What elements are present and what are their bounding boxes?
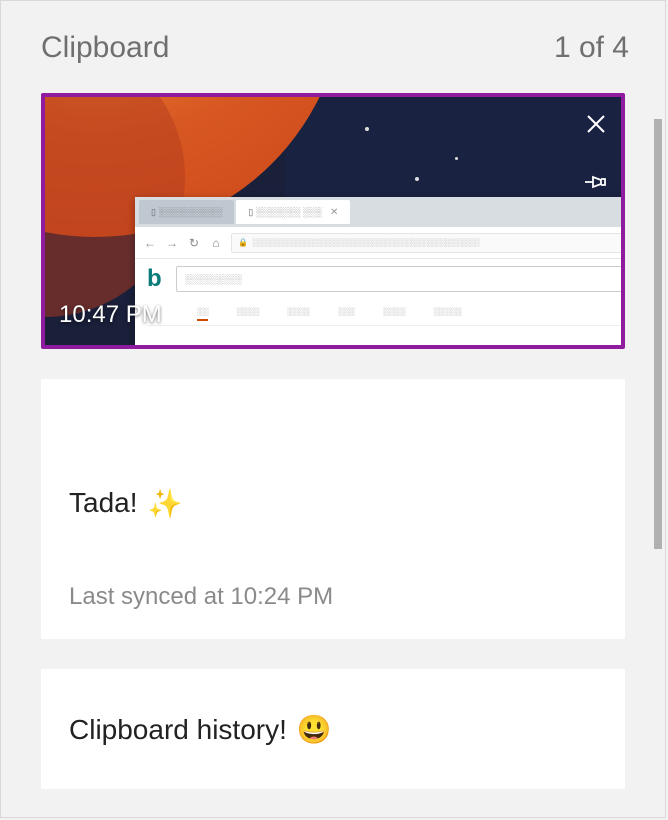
browser-window-mock: ▯ ░░░░░░░░░░ ▯ ░░░░░░░ ░░░ ✕ ← → ↻ ⌂ 🔒 ░… (135, 197, 625, 349)
close-icon (585, 113, 607, 135)
clipboard-item-text[interactable]: Clipboard history! 😃 (41, 669, 625, 789)
clipboard-items-list: ▯ ░░░░░░░░░░ ▯ ░░░░░░░ ░░░ ✕ ← → ↻ ⌂ 🔒 ░… (1, 93, 665, 813)
pin-button[interactable] (581, 167, 611, 197)
delete-button[interactable] (581, 109, 611, 139)
item-sync-status: Last synced at 10:24 PM (69, 583, 597, 611)
item-text-content: Clipboard history! 😃 (69, 713, 597, 746)
clipboard-item-image[interactable]: ▯ ░░░░░░░░░░ ▯ ░░░░░░░ ░░░ ✕ ← → ↻ ⌂ 🔒 ░… (41, 93, 625, 349)
pin-icon (583, 173, 609, 191)
clipboard-item-text[interactable]: Tada! ✨ Last synced at 10:24 PM (41, 379, 625, 639)
scrollbar-thumb[interactable] (654, 119, 662, 549)
panel-title: Clipboard (41, 31, 169, 65)
item-text-label: Tada! (69, 487, 138, 519)
item-text-label: Clipboard history! (69, 714, 287, 746)
item-text-content: Tada! ✨ (69, 423, 597, 583)
smile-emoji: 😃 (297, 713, 332, 746)
sparkle-emoji: ✨ (148, 487, 183, 520)
clipboard-header: Clipboard 1 of 4 (1, 1, 665, 93)
clipboard-panel: Clipboard 1 of 4 ▯ ░░░░░░░░░░ ▯ ░░░░░░░ … (0, 0, 666, 818)
item-counter: 1 of 4 (554, 31, 629, 65)
item-timestamp: 10:47 PM (59, 301, 162, 329)
item-actions (581, 109, 611, 197)
